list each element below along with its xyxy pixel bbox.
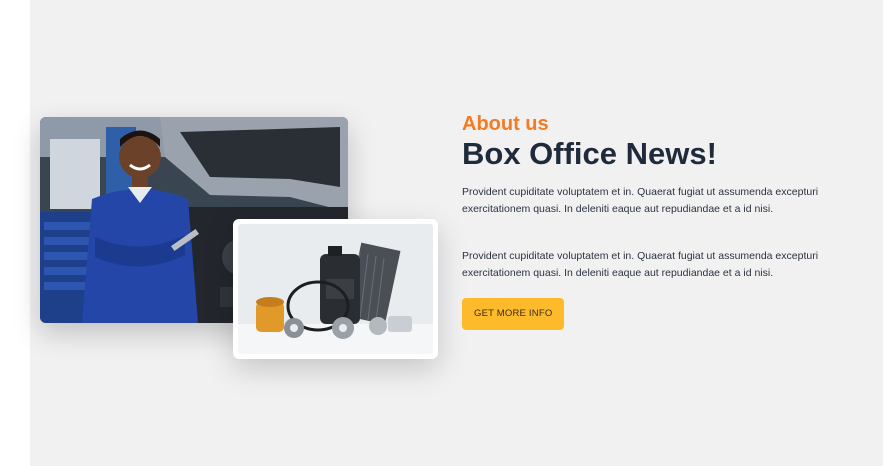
about-content: About us Box Office News! Provident cupi… <box>462 112 862 330</box>
get-more-info-button[interactable]: GET MORE INFO <box>462 298 565 330</box>
section-title: Box Office News! <box>462 136 717 171</box>
car-parts-photo-frame <box>233 219 438 359</box>
section-eyebrow: About us <box>462 113 549 135</box>
about-section: About us Box Office News! Provident cupi… <box>30 0 883 466</box>
about-paragraph-2: Provident cupiditate voluptatem et in. Q… <box>462 250 819 279</box>
car-parts-photo <box>238 224 433 354</box>
about-paragraph-1: Provident cupiditate voluptatem et in. Q… <box>462 186 819 215</box>
